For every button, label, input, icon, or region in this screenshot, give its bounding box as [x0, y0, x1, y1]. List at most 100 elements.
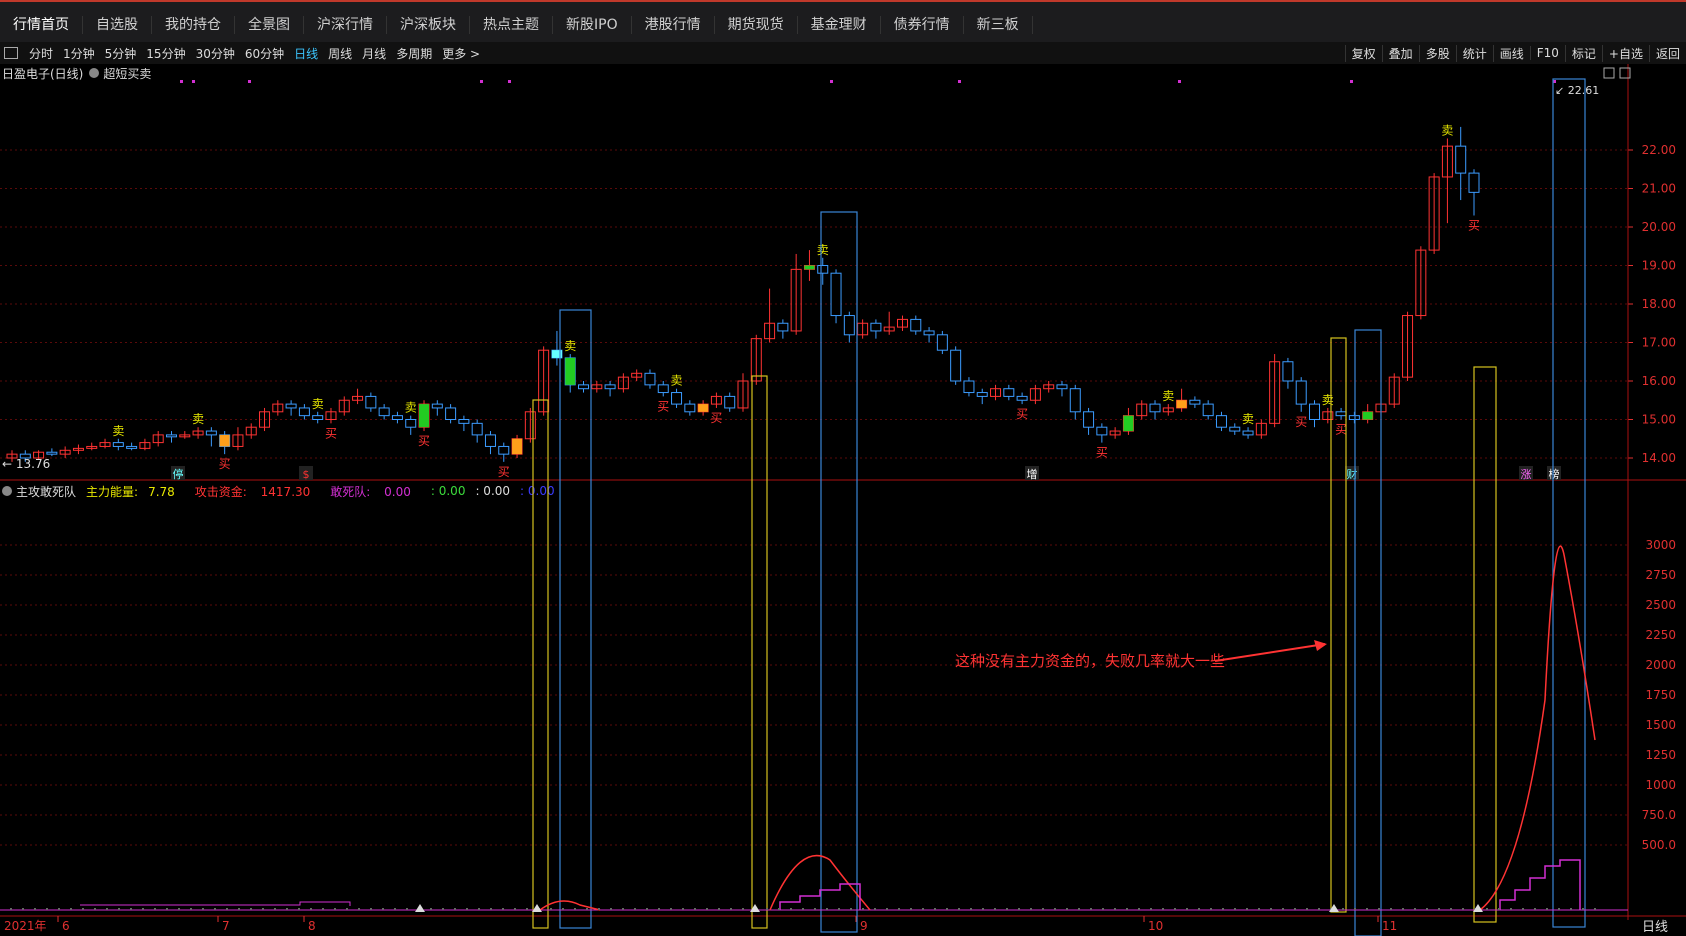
tool-button-4[interactable]: 画线 [1492, 44, 1530, 62]
candle-body [86, 445, 98, 449]
baseline-dot [1582, 908, 1584, 910]
nav-item-12[interactable]: 新三板 [964, 15, 1033, 34]
nav-item-5[interactable]: 沪深板块 [387, 15, 470, 34]
indicator-toggle-icon[interactable] [2, 486, 12, 496]
low-price-label: ← 13.76 [2, 457, 50, 471]
candle-body [59, 449, 71, 455]
nav-item-1[interactable]: 自选股 [83, 15, 152, 34]
tool-button-6[interactable]: 标记 [1564, 44, 1602, 62]
candle-body [684, 403, 696, 413]
candle-body [418, 403, 430, 428]
candle-body [312, 415, 324, 420]
period-0[interactable]: 分时 [24, 45, 58, 62]
baseline-dot [1162, 908, 1164, 910]
candle-body [232, 434, 244, 447]
nav-item-9[interactable]: 期货现货 [715, 15, 798, 34]
baseline-dot [322, 908, 324, 910]
period-1[interactable]: 1分钟 [58, 45, 100, 62]
tool-button-0[interactable]: 复权 [1344, 44, 1382, 62]
nav-item-7[interactable]: 新股IPO [553, 15, 632, 34]
candle-body [963, 380, 975, 394]
period-2[interactable]: 5分钟 [100, 45, 142, 62]
baseline-dot [370, 908, 372, 910]
buy-signal: 买 [710, 411, 722, 425]
nav-item-6[interactable]: 热点主题 [470, 15, 553, 34]
signal-body [512, 438, 523, 455]
tool-button-7[interactable]: +自选 [1601, 44, 1649, 62]
pane-icon-2 [1619, 67, 1631, 79]
period-6[interactable]: 日线 [289, 45, 323, 62]
candle-body [538, 349, 550, 413]
nav-item-10[interactable]: 基金理财 [798, 15, 881, 34]
baseline-dot [850, 908, 852, 910]
nav-item-11[interactable]: 债券行情 [881, 15, 964, 34]
nav-item-8[interactable]: 港股行情 [632, 15, 715, 34]
baseline-dot [418, 908, 420, 910]
tool-button-5[interactable]: F10 [1529, 46, 1565, 60]
indicator-toggle-icon[interactable] [89, 68, 100, 78]
baseline-dot [706, 908, 708, 910]
period-3[interactable]: 15分钟 [141, 45, 190, 62]
baseline-dot [550, 908, 552, 910]
high-price-label: ↙ 22.61 [1555, 84, 1599, 97]
baseline-dot [1570, 908, 1572, 910]
price-axis-label: 21.00 [1642, 182, 1676, 196]
sub-indicator-name[interactable]: 主攻敢死队 [16, 483, 76, 500]
nav-item-3[interactable]: 全景图 [235, 15, 304, 34]
candle-body [750, 338, 762, 382]
period-9[interactable]: 多周期 [391, 45, 437, 62]
candle-body [405, 419, 417, 428]
buy-signal: 买 [219, 457, 231, 471]
tool-button-8[interactable]: 返回 [1648, 44, 1686, 62]
baseline-dot [10, 908, 12, 910]
candle-body [1229, 426, 1241, 432]
indicator-name[interactable]: 超短买卖 [103, 65, 151, 82]
candle-body [511, 438, 523, 455]
candle-body [777, 322, 789, 332]
price-axis-label: 14.00 [1642, 451, 1676, 465]
baseline-dot [1138, 908, 1140, 910]
nav-item-4[interactable]: 沪深行情 [304, 15, 387, 34]
event-marker: 涨 [1521, 468, 1532, 481]
volume-axis-label: 500.0 [1642, 838, 1676, 852]
candle-body [564, 357, 576, 386]
tool-button-1[interactable]: 叠加 [1381, 44, 1419, 62]
baseline-dot [598, 908, 600, 910]
tool-button-2[interactable]: 多股 [1418, 44, 1456, 62]
signal-body [565, 357, 576, 385]
event-marker-bg [171, 466, 185, 480]
baseline-dot [622, 908, 624, 910]
baseline-dot [1270, 908, 1272, 910]
volume-axis-label: 3000 [1645, 538, 1676, 552]
period-5[interactable]: 60分钟 [240, 45, 289, 62]
baseline-dot [970, 908, 972, 910]
nav-item-2[interactable]: 我的持仓 [152, 15, 235, 34]
kline-chart[interactable]: 22.00 21.00 20.00 19.00 18.00 17.00 16.00 15.00… [0, 0, 1686, 936]
candle-body [245, 426, 257, 436]
candle-body [352, 395, 364, 401]
baseline-dot [610, 908, 612, 910]
baseline-dot [1090, 908, 1092, 910]
baseline-dot [826, 908, 828, 910]
date-axis-label: 8 [308, 919, 316, 933]
buy-signal: 买 [1335, 423, 1347, 437]
signal-body [698, 404, 709, 412]
candle-body [165, 434, 177, 438]
period-10[interactable]: 更多 > [437, 45, 485, 62]
volume-axis-label: 2250 [1645, 628, 1676, 642]
candle-body [1096, 426, 1108, 436]
value-6: : 0.00 [520, 484, 555, 498]
period-7[interactable]: 周线 [323, 45, 357, 62]
period-4[interactable]: 30分钟 [191, 45, 240, 62]
baseline-dot [34, 908, 36, 910]
baseline-dot [1006, 908, 1008, 910]
baseline-dot [874, 908, 876, 910]
baseline-dot [646, 908, 648, 910]
nav-item-0[interactable]: 行情首页 [0, 15, 83, 34]
candle-body [923, 330, 935, 336]
buy-signal: 买 [1016, 407, 1028, 421]
period-8[interactable]: 月线 [357, 45, 391, 62]
layout-toggle-icon[interactable] [4, 47, 18, 59]
tool-button-3[interactable]: 统计 [1455, 44, 1493, 62]
candle-body [325, 411, 337, 420]
